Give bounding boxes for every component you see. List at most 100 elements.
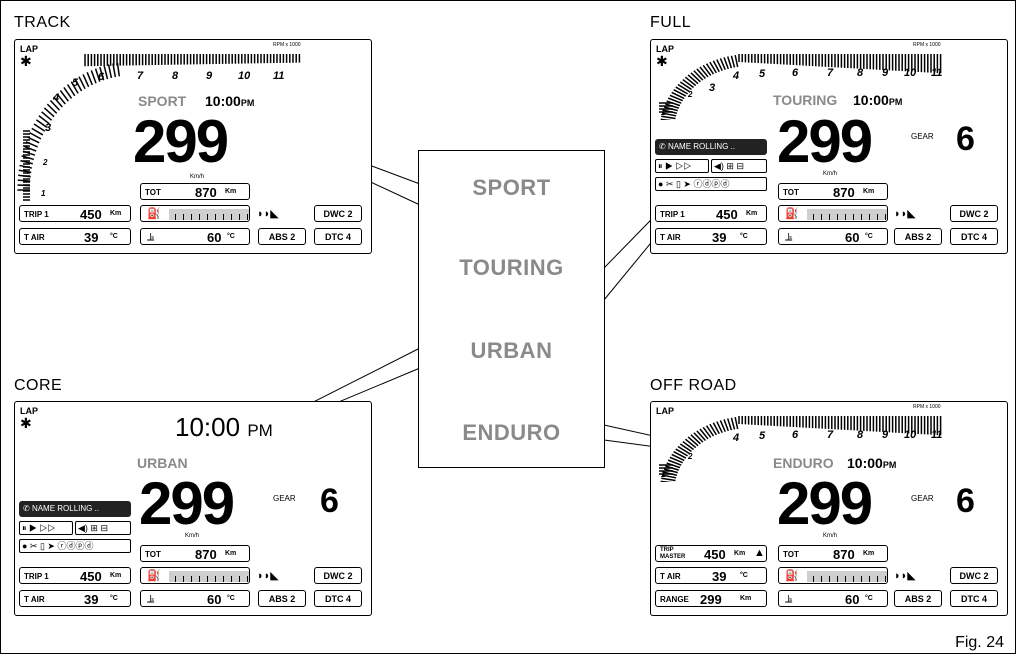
tot-unit: Km: [863, 188, 875, 195]
rpm-label: 8: [857, 429, 864, 441]
speed-value: 299: [139, 470, 235, 537]
trip-label: TRIP 1: [24, 572, 49, 581]
rpm-label: 6: [98, 71, 105, 83]
tair-unit: °C: [110, 595, 118, 602]
media-controls[interactable]: ⏸ ▶ ▷▷: [19, 521, 73, 535]
rpm-tick: [679, 443, 692, 453]
screen-offroad: LAP RPM x 1000 4 5 6 7 8 9 10 11 2 1 END…: [650, 401, 1008, 616]
clock-time: 10:00: [205, 93, 241, 109]
trip-unit: Km: [746, 210, 758, 217]
rpm-label: 9: [206, 70, 213, 82]
tot-value: 870: [195, 185, 217, 200]
media-controls[interactable]: ⏸ ▶ ▷▷: [655, 159, 709, 173]
rpm-label: 4: [53, 92, 60, 104]
rpm-tick: [17, 179, 31, 182]
rpm-tick: [734, 54, 739, 68]
panel-title-full: FULL: [650, 14, 692, 31]
speed-unit: Km/h: [190, 174, 205, 180]
rpm-label: 6: [792, 67, 799, 79]
tair-box: T AIR 39 °C: [655, 567, 767, 584]
clock-pm: PM: [240, 98, 255, 108]
tair-unit: °C: [110, 233, 118, 240]
coolant-temp-icon: ⫡: [785, 593, 793, 605]
dtc-box: DTC 4: [314, 590, 362, 607]
caller-name: NAME ROLLING ..: [31, 504, 100, 513]
rpm-label: 10: [904, 429, 917, 441]
bluetooth-icon: ✱: [20, 415, 32, 431]
rpm-unit: RPM x 1000: [913, 42, 941, 48]
trip-label: TRIP 1: [24, 210, 49, 219]
abs-box: ABS 2: [894, 228, 942, 245]
coolant-temp-icon: ⫡: [147, 231, 155, 243]
rpm-label: 4: [733, 432, 740, 444]
coolant-temp-icon: ⫡: [147, 593, 155, 605]
tair-box: T AIR 39 °C: [19, 228, 131, 245]
volume-controls[interactable]: ◀) ⊞ ⊟: [75, 521, 131, 535]
tot-label: TOT: [145, 550, 161, 559]
rpm-label: 4: [733, 70, 740, 82]
dwc-box: DWC 2: [950, 567, 998, 584]
phone-icon: ✆: [23, 504, 32, 513]
rpm-unit: RPM x 1000: [273, 42, 301, 48]
coolant-value: 60: [845, 592, 860, 607]
gear-label: GEAR: [911, 132, 934, 141]
rpm-tick: [90, 70, 97, 84]
callout-mode-touring: TOURING: [459, 255, 564, 280]
rpm-tick: [660, 480, 673, 482]
volume-controls[interactable]: ◀) ⊞ ⊟: [711, 159, 767, 173]
coolant-temp-icon: ⫡: [785, 231, 793, 243]
tair-box: T AIR 39 °C: [655, 228, 767, 245]
riding-profile-icons: ◗◗◣: [894, 570, 916, 582]
rpm-tick: [730, 417, 736, 430]
rpm-label: 2: [688, 452, 693, 461]
coolant-box: ⫡ 60 °C: [778, 228, 888, 245]
dwc-box: DWC 2: [314, 205, 362, 222]
rpm-label: 1: [661, 470, 666, 479]
rpm-label: 8: [857, 67, 864, 79]
odometer-box: TOT 870 Km: [140, 545, 250, 562]
trip-label: TRIP 1: [660, 210, 685, 219]
gear-value: 6: [956, 482, 975, 520]
rpm-tick: [687, 436, 699, 447]
rpm-tick: [726, 56, 733, 69]
rpm-tick: [699, 66, 709, 78]
figure-label: Fig. 24: [955, 634, 1004, 651]
rpm-unit: RPM x 1000: [913, 404, 941, 410]
trip-value: 450: [704, 547, 726, 562]
tair-value: 39: [84, 230, 99, 245]
rpm-tick: [693, 70, 704, 81]
rpm-label: 5: [72, 77, 79, 89]
rpm-label: 8: [172, 70, 179, 82]
fuel-ticks: [175, 576, 249, 582]
rpm-tick: [690, 72, 701, 83]
trip-master-line1: TRIP: [660, 547, 674, 553]
clock-pm: PM: [882, 460, 897, 470]
rpm-label: 2: [43, 158, 48, 167]
caller-name: NAME ROLLING ..: [667, 142, 736, 151]
clock-pm: PM: [247, 421, 273, 440]
phone-call-bar[interactable]: ✆ NAME ROLLING ..: [655, 139, 767, 155]
fuel-pump-icon: ⛽: [785, 208, 799, 220]
rpm-label: 9: [882, 429, 889, 441]
trip-unit: Km: [110, 210, 122, 217]
rpm-tick: [103, 65, 109, 80]
rpm-label: 7: [827, 67, 834, 79]
rpm-tick: [682, 440, 695, 451]
tair-unit: °C: [740, 233, 748, 240]
coolant-unit: °C: [865, 233, 873, 240]
phone-call-bar[interactable]: ✆ NAME ROLLING ..: [19, 501, 131, 517]
fuel-box: ⛽: [140, 567, 250, 584]
tot-label: TOT: [783, 550, 799, 559]
abs-box: ABS 2: [894, 590, 942, 607]
rpm-tick: [675, 86, 689, 95]
rpm-label: 6: [792, 429, 799, 441]
odometer-box: TOT 870 Km: [140, 183, 250, 200]
trip-value: 450: [716, 207, 738, 222]
callout-mode-enduro: ENDURO: [462, 420, 561, 445]
fuel-ticks: [175, 214, 249, 220]
rpm-label: 10: [238, 70, 251, 82]
fuel-pump-icon: ⛽: [147, 570, 161, 582]
clock-time: 10:00: [847, 455, 883, 471]
fuel-pump-icon: ⛽: [785, 570, 799, 582]
rpm-label: 5: [759, 68, 766, 80]
